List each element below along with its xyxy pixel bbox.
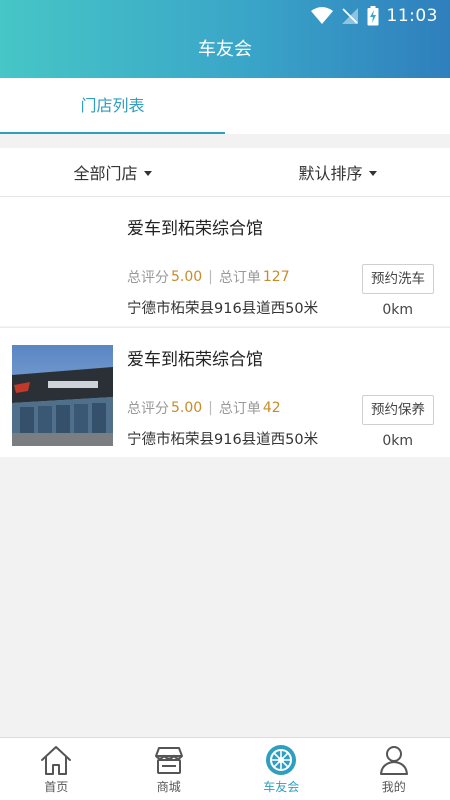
store-photo [12,345,113,446]
book-wash-button[interactable]: 预约洗车 [362,264,434,294]
tab-strip: 门店列表 [0,78,450,134]
caret-down-icon [368,170,377,176]
nav-store[interactable]: 商城 [113,738,226,800]
store-distance: 0km [382,302,413,318]
tab-store-list[interactable]: 门店列表 [0,78,225,134]
nav-profile[interactable]: 我的 [338,738,450,800]
store-card[interactable]: 爱车到柘荣综合馆 总评分 5.00 | 总订单 127 宁德市柘荣县916县道西… [0,197,450,326]
status-bar: 11:03 [0,0,450,32]
store-address: 宁德市柘荣县916县道西50米 [127,301,319,317]
orders-label: 总订单 [218,270,261,286]
nav-club[interactable]: 车友会 [225,738,338,800]
wheel-icon [266,745,297,775]
nav-home[interactable]: 首页 [0,738,113,800]
store-stats: 总评分 5.00 | 总订单 127 [127,267,290,287]
home-icon [41,746,72,775]
store-stats: 总评分 5.00 | 总订单 42 [127,398,281,418]
stats-divider: | [208,269,213,285]
battery-charging-icon [367,6,379,26]
store-card[interactable]: 爱车到柘荣综合馆 总评分 5.00 | 总订单 42 宁德市柘荣县916县道西5… [0,327,450,457]
tab-indicator [0,132,225,134]
caret-down-icon [143,170,152,176]
store-name: 爱车到柘荣综合馆 [127,350,263,370]
orders-value: 42 [262,400,281,416]
store-name: 爱车到柘荣综合馆 [127,219,263,239]
store-icon [154,747,183,774]
nav-home-label: 首页 [44,780,69,794]
filter-bar: 全部门店 默认排序 [0,148,450,197]
store-address: 宁德市柘荣县916县道西50米 [127,432,319,448]
status-time: 11:03 [386,6,438,26]
app-bar: 11:03 车友会 [0,0,450,78]
sort-filter-dropdown[interactable]: 默认排序 [225,148,450,196]
rating-value: 5.00 [171,400,203,416]
page-title: 车友会 [198,39,252,60]
rating-label: 总评分 [127,270,169,286]
user-icon [379,746,408,775]
orders-value: 127 [262,269,290,285]
nav-store-label: 商城 [156,780,181,794]
no-signal-icon [341,7,359,25]
store-filter-dropdown[interactable]: 全部门店 [0,148,225,196]
wifi-icon [310,7,333,25]
tab-store-list-label: 门店列表 [80,96,145,115]
bottom-nav: 首页 商城 车友会 我的 [0,737,450,800]
stats-divider: | [208,400,213,416]
sort-filter-label: 默认排序 [298,164,363,183]
nav-profile-label: 我的 [381,780,406,794]
store-distance: 0km [382,433,413,449]
store-filter-label: 全部门店 [73,164,138,183]
nav-club-label: 车友会 [263,780,300,794]
orders-label: 总订单 [218,401,261,417]
rating-value: 5.00 [171,269,203,285]
rating-label: 总评分 [127,401,169,417]
book-maintenance-button[interactable]: 预约保养 [362,395,434,425]
